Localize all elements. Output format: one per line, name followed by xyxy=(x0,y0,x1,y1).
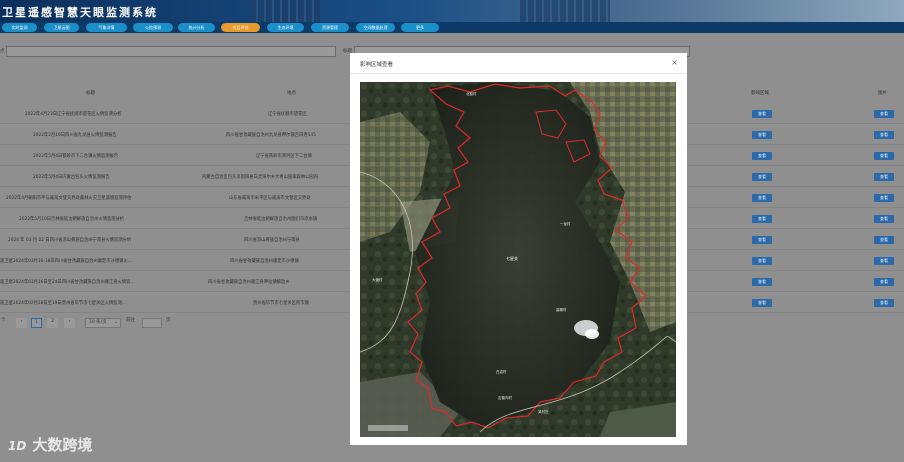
column-header-image: 图片 xyxy=(878,91,887,96)
view-image-button[interactable]: 查看 xyxy=(874,110,894,118)
row-location: 四川省甘孜藏族自治州雅江县呷拉镇解放乡 xyxy=(208,280,290,285)
location-search-input[interactable] xyxy=(6,46,336,57)
row-location: 四川省甘孜藏族自治州九龙县呷尔镇吉日寺545 xyxy=(226,133,316,138)
page-size-value: 10 条/页 xyxy=(89,320,107,325)
view-image-button[interactable]: 查看 xyxy=(874,194,894,202)
satellite-banner-image xyxy=(250,0,320,22)
row-title: 2022年5月10日吉林省延边朝鲜族自治州火情监测分析 xyxy=(19,217,125,222)
row-title: 2022年4月23日辽宁省抚顺市望花区火情监测分析 xyxy=(25,112,122,117)
row-title: 2022年4月朝阳市平与威海文登交界处森林火灾卫星遥感监测评估 xyxy=(6,196,132,201)
page-number-current[interactable]: 1 xyxy=(31,318,42,328)
view-area-button[interactable]: 查看 xyxy=(752,215,772,223)
view-image-button[interactable]: 查看 xyxy=(874,173,894,181)
page-number[interactable]: 2 xyxy=(47,318,58,328)
nav-item-resources[interactable]: 资源管理 xyxy=(311,23,349,32)
map-label: 吉普沟村 xyxy=(498,396,512,400)
satellite-banner-image xyxy=(520,0,610,22)
row-location: 内蒙古自治区包头市固阳县白灵淖尔乡大青山国家森林公园内 xyxy=(202,175,319,180)
main-nav: 实时监测 卫星云图 气象详情 火险预测 统计分析 灾后评估 生态环境 资源管理 … xyxy=(0,22,904,33)
close-icon[interactable]: × xyxy=(671,58,678,67)
view-area-button[interactable]: 查看 xyxy=(752,278,772,286)
row-location: 四川省凉山彝族自治州宁南县 xyxy=(244,238,300,243)
row-title: 遥卫星2024年02月18日至19日贵州省毕节市七星关区火情监测... xyxy=(0,301,126,306)
nav-item-realtime[interactable]: 实时监测 xyxy=(2,23,37,32)
nav-item-post-disaster[interactable]: 灾后评估 xyxy=(221,23,260,32)
row-location: 贵州省毕节市七星关区阿市镇 xyxy=(253,301,309,306)
nav-item-fire-forecast[interactable]: 火险预测 xyxy=(133,23,173,32)
row-title: 遥卫星2024年03月16-18日四川省甘孜藏族自治州康定市沙德镇火... xyxy=(0,259,132,264)
map-label: 大营村 xyxy=(372,278,383,282)
watermark-text: 大数跨境 xyxy=(32,436,93,454)
row-title: 遥卫星2024年03月16日至24日四川省甘孜藏族自治州雅江县火情监... xyxy=(0,280,135,285)
nav-item-statistics[interactable]: 统计分析 xyxy=(178,23,215,32)
goto-label: 前往 xyxy=(126,318,135,323)
row-title: 2024 年 03 月 02 日四川省凉山彝族自治州宁南县火情监测分析 xyxy=(8,238,132,243)
map-label: 北窑村 xyxy=(466,92,477,96)
nav-item-spatial-data[interactable]: 空间数据处理 xyxy=(356,23,395,32)
view-image-button[interactable]: 查看 xyxy=(874,257,894,265)
row-location: 吉林省延边朝鲜族自治州图们市凉水镇 xyxy=(244,217,318,222)
view-image-button[interactable]: 查看 xyxy=(874,236,894,244)
burn-area-satellite-map[interactable]: 北窑村 七星关 一龙村 大营村 高寨村 白岩村 吉普沟村 某村庄 xyxy=(360,82,676,437)
column-header-location: 地点 xyxy=(287,91,296,96)
next-page-icon[interactable]: › xyxy=(64,318,75,328)
goto-suffix: 页 xyxy=(166,318,171,323)
watermark-mark: 1D xyxy=(8,439,27,453)
view-area-button[interactable]: 查看 xyxy=(752,257,772,265)
view-image-button[interactable]: 查看 xyxy=(874,299,894,307)
view-image-button[interactable]: 查看 xyxy=(874,131,894,139)
app-header: 卫星遥感智慧天眼监测系统 xyxy=(0,0,904,22)
impact-area-modal: 影响区域查看 × 北窑村 七星关 一龙村 大营村 高寨村 白岩村 吉普沟村 某村… xyxy=(350,53,687,445)
view-area-button[interactable]: 查看 xyxy=(752,173,772,181)
view-image-button[interactable]: 查看 xyxy=(874,215,894,223)
map-label: 一龙村 xyxy=(560,222,571,226)
prev-page-icon[interactable]: ‹ xyxy=(16,318,27,328)
map-label: 某村庄 xyxy=(538,410,549,414)
goto-page-input[interactable] xyxy=(142,318,162,328)
page-size-select[interactable]: 10 条/页 ⌄ xyxy=(85,318,121,328)
map-label: 高寨村 xyxy=(556,308,567,312)
nav-item-weather[interactable]: 气象详情 xyxy=(86,23,127,32)
map-label: 七星关 xyxy=(506,256,518,261)
view-area-button[interactable]: 查看 xyxy=(752,110,772,118)
column-header-title: 标题 xyxy=(86,91,95,96)
row-location: 辽宁省抚顺市望花区 xyxy=(268,112,307,117)
modal-header: 影响区域查看 × xyxy=(350,53,687,74)
search-label-location: 点 xyxy=(0,49,5,54)
view-image-button[interactable]: 查看 xyxy=(874,278,894,286)
chevron-down-icon: ⌄ xyxy=(114,320,118,325)
modal-title: 影响区域查看 xyxy=(360,62,394,68)
nav-item-more[interactable]: 更多 xyxy=(401,23,439,32)
app-title: 卫星遥感智慧天眼监测系统 xyxy=(2,6,158,19)
row-location: 辽宁省铁岭市清河区下二台镇 xyxy=(256,154,312,159)
row-title: 2022年5月4日内蒙古包头火情监测报告 xyxy=(33,175,110,180)
nav-item-ecology[interactable]: 生态环境 xyxy=(267,23,304,32)
view-area-button[interactable]: 查看 xyxy=(752,194,772,202)
row-title: 2022年2月16日四川省九龙县火情监测报告 xyxy=(33,133,117,138)
satellite-map-image xyxy=(360,82,676,437)
view-area-button[interactable]: 查看 xyxy=(752,236,772,244)
view-image-button[interactable]: 查看 xyxy=(874,152,894,160)
watermark-logo: 1D 大数跨境 xyxy=(8,434,92,455)
column-header-area: 影响区域 xyxy=(751,91,769,96)
view-area-button[interactable]: 查看 xyxy=(752,299,772,307)
row-location: 山东省威海市牟平区与威海市文登区交界处 xyxy=(229,196,311,201)
nav-item-satellite-cloud[interactable]: 卫星云图 xyxy=(44,23,79,32)
view-area-button[interactable]: 查看 xyxy=(752,131,772,139)
pagination-total: 个 xyxy=(1,318,6,323)
map-label: 白岩村 xyxy=(496,370,507,374)
row-location: 四川省甘孜藏族自治州康定市沙德镇 xyxy=(230,259,299,264)
view-area-button[interactable]: 查看 xyxy=(752,152,772,160)
row-title: 2022年5月4日铁岭市下二台镇火情监测报告 xyxy=(33,154,119,159)
